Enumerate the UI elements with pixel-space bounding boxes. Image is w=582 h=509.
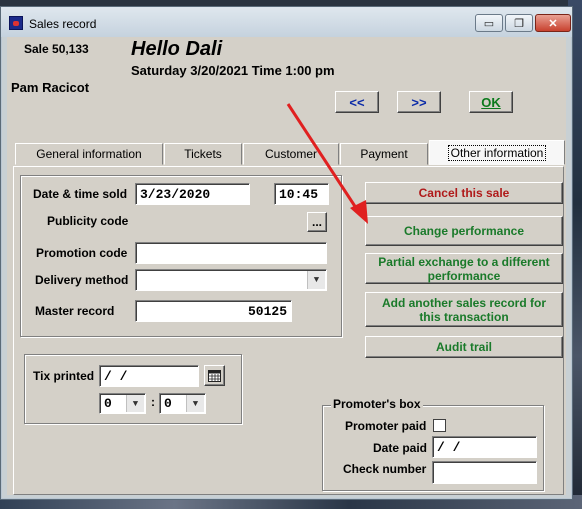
close-button[interactable]: ✕: [535, 14, 571, 32]
change-performance-button[interactable]: Change performance: [365, 216, 563, 246]
tix-printed-hour-select[interactable]: 0 ▼: [99, 393, 146, 414]
tab-general-information[interactable]: General information: [15, 143, 163, 165]
tix-printed-date-field[interactable]: / /: [99, 365, 199, 387]
hour-value: 0: [104, 396, 112, 411]
annotation-arrow: [286, 103, 368, 224]
calendar-icon[interactable]: [204, 365, 225, 386]
partial-exchange-button[interactable]: Partial exchange to a different performa…: [365, 253, 563, 284]
delivery-method-label: Delivery method: [35, 273, 129, 287]
publicity-code-label: Publicity code: [47, 214, 129, 228]
master-record-label: Master record: [35, 304, 115, 318]
check-number-label: Check number: [343, 462, 427, 476]
master-record-field[interactable]: 50125: [135, 300, 292, 322]
tix-printed-group: Tix printed / / 0 ▼ : 0 ▼: [24, 354, 242, 424]
window-title: Sales record: [29, 17, 97, 31]
minute-value: 0: [164, 396, 172, 411]
tab-label: Tickets: [184, 147, 222, 161]
greeting: Hello Dali: [131, 38, 223, 60]
promoters-box-group: Promoter's box Promoter paid Date paid /…: [322, 397, 544, 491]
promotion-code-field[interactable]: [135, 242, 327, 264]
next-record-button[interactable]: >>: [397, 91, 441, 113]
client-name: Pam Racicot: [11, 80, 90, 95]
chevron-down-icon[interactable]: ▼: [126, 395, 144, 412]
promoter-paid-checkbox[interactable]: [433, 419, 446, 432]
time-colon: :: [151, 395, 155, 409]
title-bar[interactable]: Sales record ▭ ❐ ✕: [1, 7, 572, 37]
ok-button[interactable]: OK: [469, 91, 513, 113]
date-time-sold-label: Date & time sold: [33, 187, 128, 201]
promotion-code-label: Promotion code: [36, 246, 128, 260]
maximize-button[interactable]: ❐: [505, 14, 533, 32]
tab-tickets[interactable]: Tickets: [164, 143, 242, 165]
cancel-sale-button[interactable]: Cancel this sale: [365, 182, 563, 204]
tab-label: General information: [36, 147, 142, 161]
promoters-box-legend: Promoter's box: [331, 397, 423, 411]
tix-printed-minute-select[interactable]: 0 ▼: [159, 393, 206, 414]
minimize-button[interactable]: ▭: [475, 14, 503, 32]
promoter-paid-label: Promoter paid: [345, 419, 427, 433]
add-sales-record-button[interactable]: Add another sales record for this transa…: [365, 292, 563, 327]
app-icon: [9, 16, 23, 30]
tix-printed-label: Tix printed: [33, 369, 95, 383]
chevron-down-icon[interactable]: ▼: [307, 271, 325, 289]
delivery-method-select[interactable]: ▼: [135, 269, 327, 291]
date-sold-field[interactable]: 3/23/2020: [135, 183, 250, 205]
date-paid-label: Date paid: [373, 441, 428, 455]
tab-other-information[interactable]: Other information: [429, 140, 565, 165]
sales-record-window: Sales record ▭ ❐ ✕ Sale 50,133 Hello Dal…: [0, 6, 573, 500]
sale-number: Sale 50,133: [24, 42, 89, 56]
tab-label: Other information: [447, 144, 547, 161]
date-paid-field[interactable]: / /: [432, 436, 537, 458]
check-number-field[interactable]: [432, 461, 537, 484]
chevron-down-icon[interactable]: ▼: [186, 395, 204, 412]
audit-trail-button[interactable]: Audit trail: [365, 336, 563, 358]
performance-date-time: Saturday 3/20/2021 Time 1:00 pm: [131, 63, 335, 78]
